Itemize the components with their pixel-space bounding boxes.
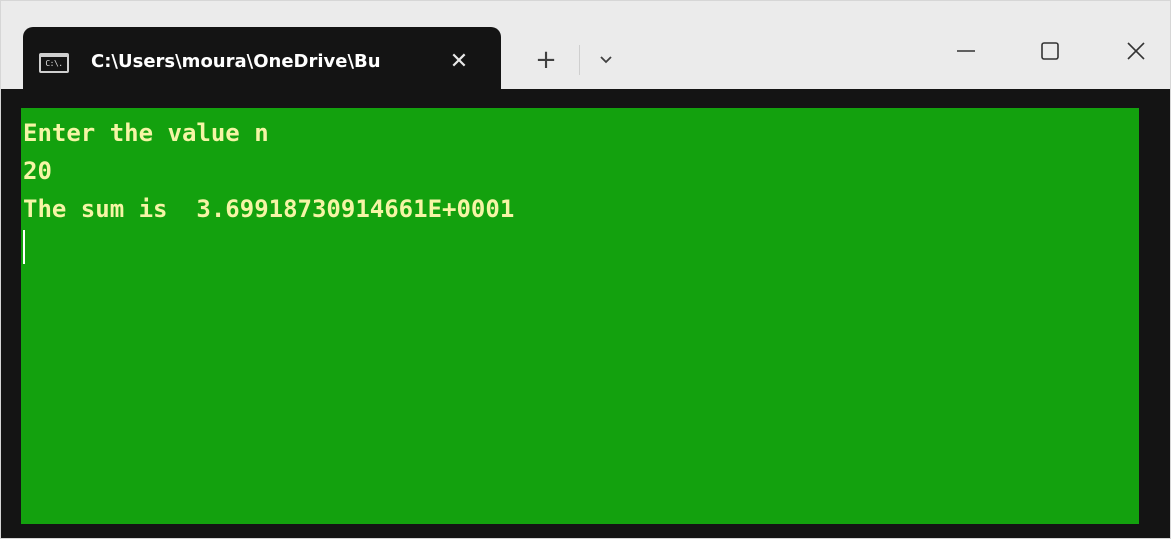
title-bar: C:\. C:\Users\moura\OneDrive\Bu ✕ + <box>1 1 1170 93</box>
close-button[interactable] <box>1113 31 1159 71</box>
console-cursor-line <box>23 228 1139 266</box>
terminal-icon: C:\. <box>39 53 69 73</box>
minimize-icon <box>957 50 975 52</box>
new-tab-button[interactable]: + <box>529 43 563 77</box>
console-output[interactable]: Enter the value n 20 The sum is 3.699187… <box>21 108 1139 524</box>
active-tab[interactable]: C:\. C:\Users\moura\OneDrive\Bu ✕ <box>23 27 501 93</box>
tab-divider <box>579 45 580 75</box>
console-line: The sum is 3.69918730914661E+0001 <box>23 195 515 223</box>
tab-close-button[interactable]: ✕ <box>443 47 475 77</box>
maximize-icon <box>1041 42 1059 60</box>
close-icon <box>1127 42 1145 60</box>
tab-dropdown-button[interactable] <box>591 45 621 75</box>
console-line: 20 <box>23 157 52 185</box>
window-bottom-border <box>1 524 1170 538</box>
minimize-button[interactable] <box>943 31 989 71</box>
terminal-window: C:\. C:\Users\moura\OneDrive\Bu ✕ + Ente… <box>0 0 1171 539</box>
maximize-button[interactable] <box>1027 31 1073 71</box>
text-cursor <box>23 230 25 264</box>
console-line: Enter the value n <box>23 119 269 147</box>
tab-title: C:\Users\moura\OneDrive\Bu <box>91 51 381 72</box>
chevron-down-icon <box>600 56 612 64</box>
